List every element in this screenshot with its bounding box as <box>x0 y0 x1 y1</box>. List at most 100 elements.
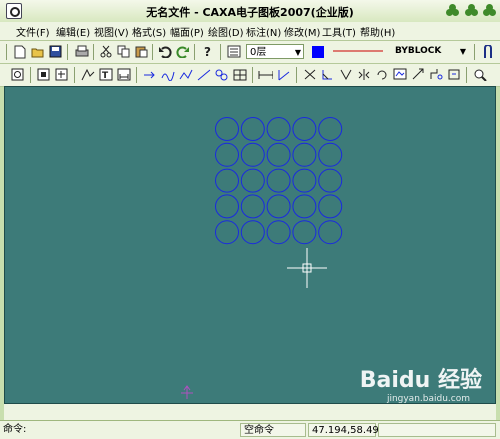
color-select[interactable] <box>328 44 386 59</box>
title-bar: 无名文件 - CAXA电子图板2007(企业版) <box>0 0 500 23</box>
circle[interactable] <box>318 168 343 193</box>
minimize-button[interactable] <box>446 4 459 17</box>
circle[interactable] <box>292 142 317 167</box>
circle[interactable] <box>215 142 239 167</box>
save-icon[interactable] <box>48 44 63 59</box>
circle[interactable] <box>240 142 265 167</box>
menu-draw[interactable]: 绘图(D) <box>208 24 244 39</box>
explode-icon[interactable] <box>446 67 461 82</box>
menu-help[interactable]: 帮助(H) <box>360 24 395 39</box>
drawing-surface[interactable] <box>5 87 495 403</box>
menu-modify[interactable]: 修改(M) <box>284 24 320 39</box>
print-icon[interactable] <box>74 44 89 59</box>
maximize-button[interactable] <box>464 4 478 17</box>
coordinate-readout: 47.194,58.496 <box>308 423 385 437</box>
chamfer-icon[interactable] <box>320 67 335 82</box>
spline-icon[interactable] <box>160 67 175 82</box>
menu-format[interactable]: 格式(S) <box>132 24 166 39</box>
linear-dim-icon[interactable] <box>258 67 273 82</box>
zoom-icon[interactable] <box>472 67 487 82</box>
polyline-icon[interactable] <box>178 67 193 82</box>
baidu-watermark-url: jingyan.baidu.com <box>386 394 470 404</box>
status-extra <box>378 423 496 437</box>
hatch-icon[interactable] <box>232 67 247 82</box>
scale-icon[interactable] <box>410 67 425 82</box>
circle[interactable] <box>266 220 291 245</box>
linetype-value: BYBLOCK <box>395 46 442 56</box>
help-icon[interactable]: ? <box>200 44 215 59</box>
menu-file[interactable]: 文件(F) <box>16 24 50 39</box>
layer-manager-icon[interactable] <box>226 44 241 59</box>
menu-bar: 文件(F) 编辑(E) 视图(V) 格式(S) 幅面(P) 绘图(D) 标注(N… <box>0 22 500 41</box>
circles-icon[interactable] <box>214 67 229 82</box>
circle[interactable] <box>292 194 317 219</box>
dim-style-icon[interactable] <box>116 67 131 82</box>
baidu-watermark-logo: Baidu 经验 <box>359 368 482 393</box>
circle[interactable] <box>318 220 343 245</box>
cut-icon[interactable] <box>98 44 113 59</box>
circle[interactable] <box>318 194 343 219</box>
svg-text:?: ? <box>204 45 211 58</box>
circle[interactable] <box>318 117 343 141</box>
zoom-window-icon[interactable] <box>10 67 25 82</box>
circle[interactable] <box>266 194 291 219</box>
menu-view[interactable]: 视图(V) <box>94 24 129 39</box>
crosshair-cursor <box>287 248 327 288</box>
menu-sheet[interactable]: 幅面(P) <box>170 24 204 39</box>
window-controls <box>444 4 496 20</box>
mirror-icon[interactable] <box>356 67 371 82</box>
window-title: 无名文件 - CAXA电子图板2007(企业版) <box>146 6 354 19</box>
properties-icon[interactable] <box>80 67 95 82</box>
layer-select[interactable]: 0层 ▼ <box>246 44 304 59</box>
circle[interactable] <box>240 220 265 245</box>
new-file-icon[interactable] <box>12 44 27 59</box>
circle[interactable] <box>292 168 317 193</box>
circle[interactable] <box>266 168 291 193</box>
zoom-all-icon[interactable] <box>36 67 51 82</box>
line-arrow-icon[interactable] <box>142 67 157 82</box>
command-prompt[interactable]: 命令: <box>0 423 240 437</box>
block-icon[interactable] <box>392 67 407 82</box>
paste-icon[interactable] <box>134 44 149 59</box>
circle-array <box>215 117 343 245</box>
array-icon[interactable] <box>428 67 443 82</box>
layer-value: 0层 <box>250 47 267 58</box>
rotate-icon[interactable] <box>374 67 389 82</box>
circle[interactable] <box>215 168 239 193</box>
menu-edit[interactable]: 编辑(E) <box>56 24 90 39</box>
circle[interactable] <box>292 117 317 141</box>
ray-icon[interactable] <box>196 67 211 82</box>
drawing-toolbar: T <box>0 64 500 87</box>
menu-dimension[interactable]: 标注(N) <box>246 24 281 39</box>
circle[interactable] <box>240 168 265 193</box>
current-command: 空命令 <box>240 423 306 437</box>
pan-icon[interactable] <box>54 67 69 82</box>
chevron-down-icon: ▼ <box>294 48 301 57</box>
circle[interactable] <box>240 117 265 141</box>
copy-icon[interactable] <box>116 44 131 59</box>
trim-icon[interactable] <box>302 67 317 82</box>
circle[interactable] <box>266 142 291 167</box>
linewidth-icon[interactable] <box>480 44 495 59</box>
close-button[interactable] <box>483 4 496 17</box>
linetype-select[interactable]: BYBLOCK ▼ <box>392 44 468 59</box>
open-folder-icon[interactable] <box>30 44 45 59</box>
circle[interactable] <box>240 194 265 219</box>
circle[interactable] <box>215 220 239 245</box>
circle[interactable] <box>215 117 239 141</box>
circle[interactable] <box>215 194 239 219</box>
angle-dim-icon[interactable] <box>276 67 291 82</box>
menu-tools[interactable]: 工具(T) <box>322 24 356 39</box>
offset-icon[interactable] <box>338 67 353 82</box>
caxa-window: 无名文件 - CAXA电子图板2007(企业版) 文件(F) 编辑(E) 视图(… <box>0 0 500 439</box>
standard-toolbar: ? 0层 ▼ BYBLOCK ▼ <box>0 41 500 64</box>
drawing-canvas[interactable] <box>4 86 496 404</box>
color-swatch[interactable] <box>310 44 325 59</box>
command-area[interactable] <box>4 404 496 420</box>
text-style-icon[interactable]: T <box>98 67 113 82</box>
circle[interactable] <box>318 142 343 167</box>
undo-icon[interactable] <box>157 44 172 59</box>
circle[interactable] <box>292 220 317 245</box>
circle[interactable] <box>266 117 291 141</box>
redo-icon[interactable] <box>175 44 190 59</box>
